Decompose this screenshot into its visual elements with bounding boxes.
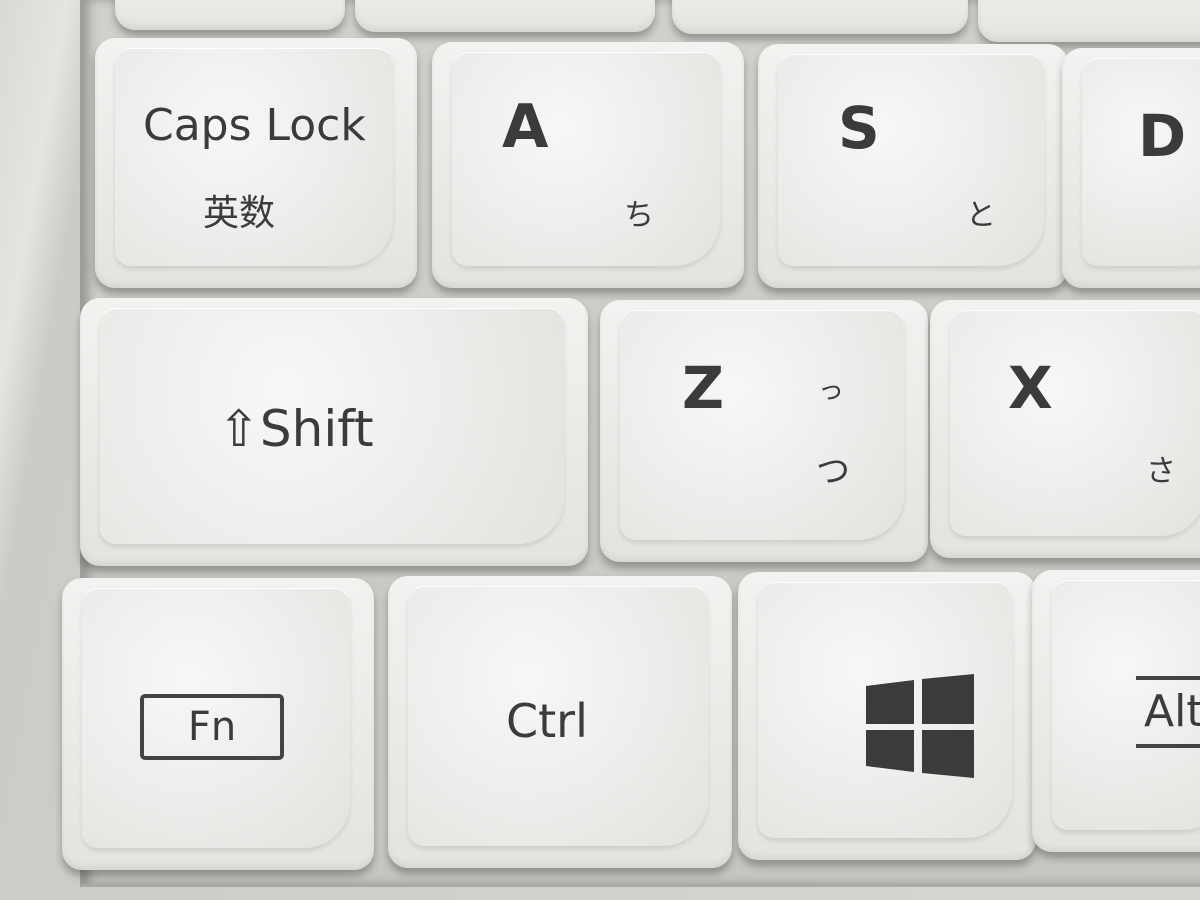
key-a-cap: A ち [452,52,720,266]
key-z: Z っ つ [600,300,928,562]
key-alt-cap: Alt [1052,580,1200,830]
key-x-cap: X さ [950,310,1200,536]
key-top-row-3 [672,0,968,34]
key-ctrl: Ctrl [388,576,732,868]
key-alt-underline-bottom [1136,744,1200,748]
key-shift: ⇧Shift [80,298,588,566]
key-windows-cap [758,582,1012,838]
key-shift-cap: ⇧Shift [100,308,564,544]
key-caps-lock-sub-label: 英数 [203,193,276,234]
key-caps-lock: Caps Lock 英数 [95,38,417,288]
key-fn-cap: Fn [82,588,350,848]
key-top-row-4 [978,0,1200,42]
key-windows [738,572,1036,860]
key-shift-label: ⇧Shift [218,400,374,458]
key-z-label: Z [682,354,725,422]
windows-logo-icon [866,674,974,778]
key-s: S と [758,44,1068,288]
key-ctrl-label: Ctrl [506,694,588,748]
key-fn: Fn [62,578,374,870]
key-alt: Alt [1032,570,1200,852]
key-x: X さ [930,300,1200,558]
key-caps-lock-label: Caps Lock [143,100,366,151]
key-d-label: D [1138,102,1187,170]
key-s-cap: S と [778,54,1044,266]
key-z-kana-small: っ [818,376,845,406]
key-ctrl-cap: Ctrl [408,586,708,846]
key-z-kana: つ [816,452,850,492]
key-alt-label: Alt [1144,686,1200,737]
key-top-row-1 [115,0,345,30]
keyboard-photo: Caps Lock 英数 A ち S と D ⇧Shift Z っ つ X さ … [0,0,1200,900]
key-x-kana: さ [1146,454,1176,489]
key-s-label: S [838,94,880,162]
key-top-row-2 [355,0,655,32]
key-z-cap: Z っ つ [620,310,904,540]
key-d: D [1062,48,1200,288]
key-a-kana: ち [624,198,654,233]
key-d-cap: D [1082,58,1200,266]
key-fn-frame: Fn [140,694,284,760]
key-a: A ち [432,42,744,288]
key-fn-label: Fn [187,704,237,750]
key-s-kana: と [966,198,996,233]
key-alt-underline [1136,676,1200,680]
key-a-label: A [502,92,549,162]
key-caps-lock-cap: Caps Lock 英数 [115,48,393,266]
key-x-label: X [1008,354,1053,422]
